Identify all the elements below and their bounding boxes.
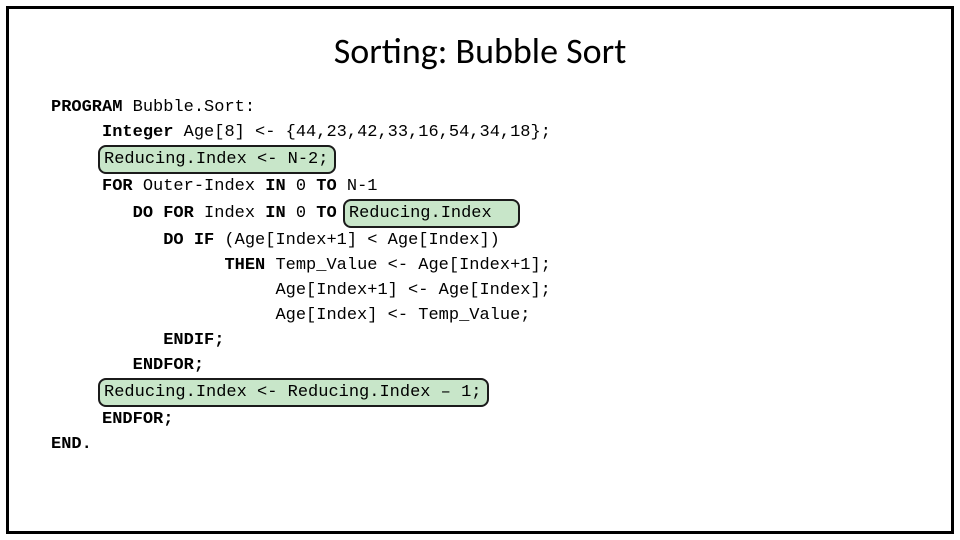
code-line: DO FOR Index IN 0 TO Reducing.Index [51,204,520,223]
txt: 0 [286,204,317,223]
kw-to: TO [316,204,336,223]
code-block: PROGRAM Bubble.Sort: Integer Age[8] <- {… [51,95,951,457]
kw-do-if: DO IF [163,231,214,250]
code-line: Reducing.Index <- Reducing.Index – 1; [51,383,489,402]
kw-endfor: ENDFOR; [102,410,173,429]
slide-title: Sorting: Bubble Sort [9,29,951,73]
code-line: THEN Temp_Value <- Age[Index+1]; [51,256,551,275]
code-line: PROGRAM Bubble.Sort: [51,98,255,117]
kw-endif: ENDIF; [163,331,224,350]
code-line: ENDIF; [51,331,224,350]
code-line: ENDFOR; [51,410,173,429]
highlight-init: Reducing.Index <- N-2; [98,145,336,174]
code-line: Age[Index+1] <- Age[Index]; [51,281,551,300]
txt: Temp_Value <- Age[Index+1]; [265,256,551,275]
code-line: FOR Outer-Index IN 0 TO N-1 [51,177,377,196]
kw-end: END. [51,435,92,454]
highlight-bound: Reducing.Index [343,199,520,228]
txt: Age[Index] <- Temp_Value; [275,306,530,325]
txt: Reducing.Index [349,204,492,223]
txt: Outer-Index [133,177,266,196]
txt: (Age[Index+1] < Age[Index]) [214,231,500,250]
code-line: ENDFOR; [51,356,204,375]
kw-do-for: DO FOR [133,204,194,223]
kw-in: IN [265,204,285,223]
kw-then: THEN [224,256,265,275]
kw-integer: Integer [102,123,173,142]
txt: Bubble.Sort: [122,98,255,117]
code-line: Age[Index] <- Temp_Value; [51,306,530,325]
txt: Index [194,204,265,223]
txt: Age[Index+1] <- Age[Index]; [275,281,550,300]
code-line: Integer Age[8] <- {44,23,42,33,16,54,34,… [51,123,551,142]
code-line: END. [51,435,92,454]
code-line: Reducing.Index <- N-2; [51,150,336,169]
txt: N-1 [337,177,378,196]
highlight-decrement: Reducing.Index <- Reducing.Index – 1; [98,378,489,407]
kw-in: IN [265,177,285,196]
txt: 0 [286,177,317,196]
kw-endfor: ENDFOR; [133,356,204,375]
slide-frame: Sorting: Bubble Sort PROGRAM Bubble.Sort… [6,6,954,534]
code-line: DO IF (Age[Index+1] < Age[Index]) [51,231,500,250]
txt: Age[8] <- {44,23,42,33,16,54,34,18}; [173,123,550,142]
kw-for: FOR [102,177,133,196]
kw-program: PROGRAM [51,98,122,117]
kw-to: TO [316,177,336,196]
